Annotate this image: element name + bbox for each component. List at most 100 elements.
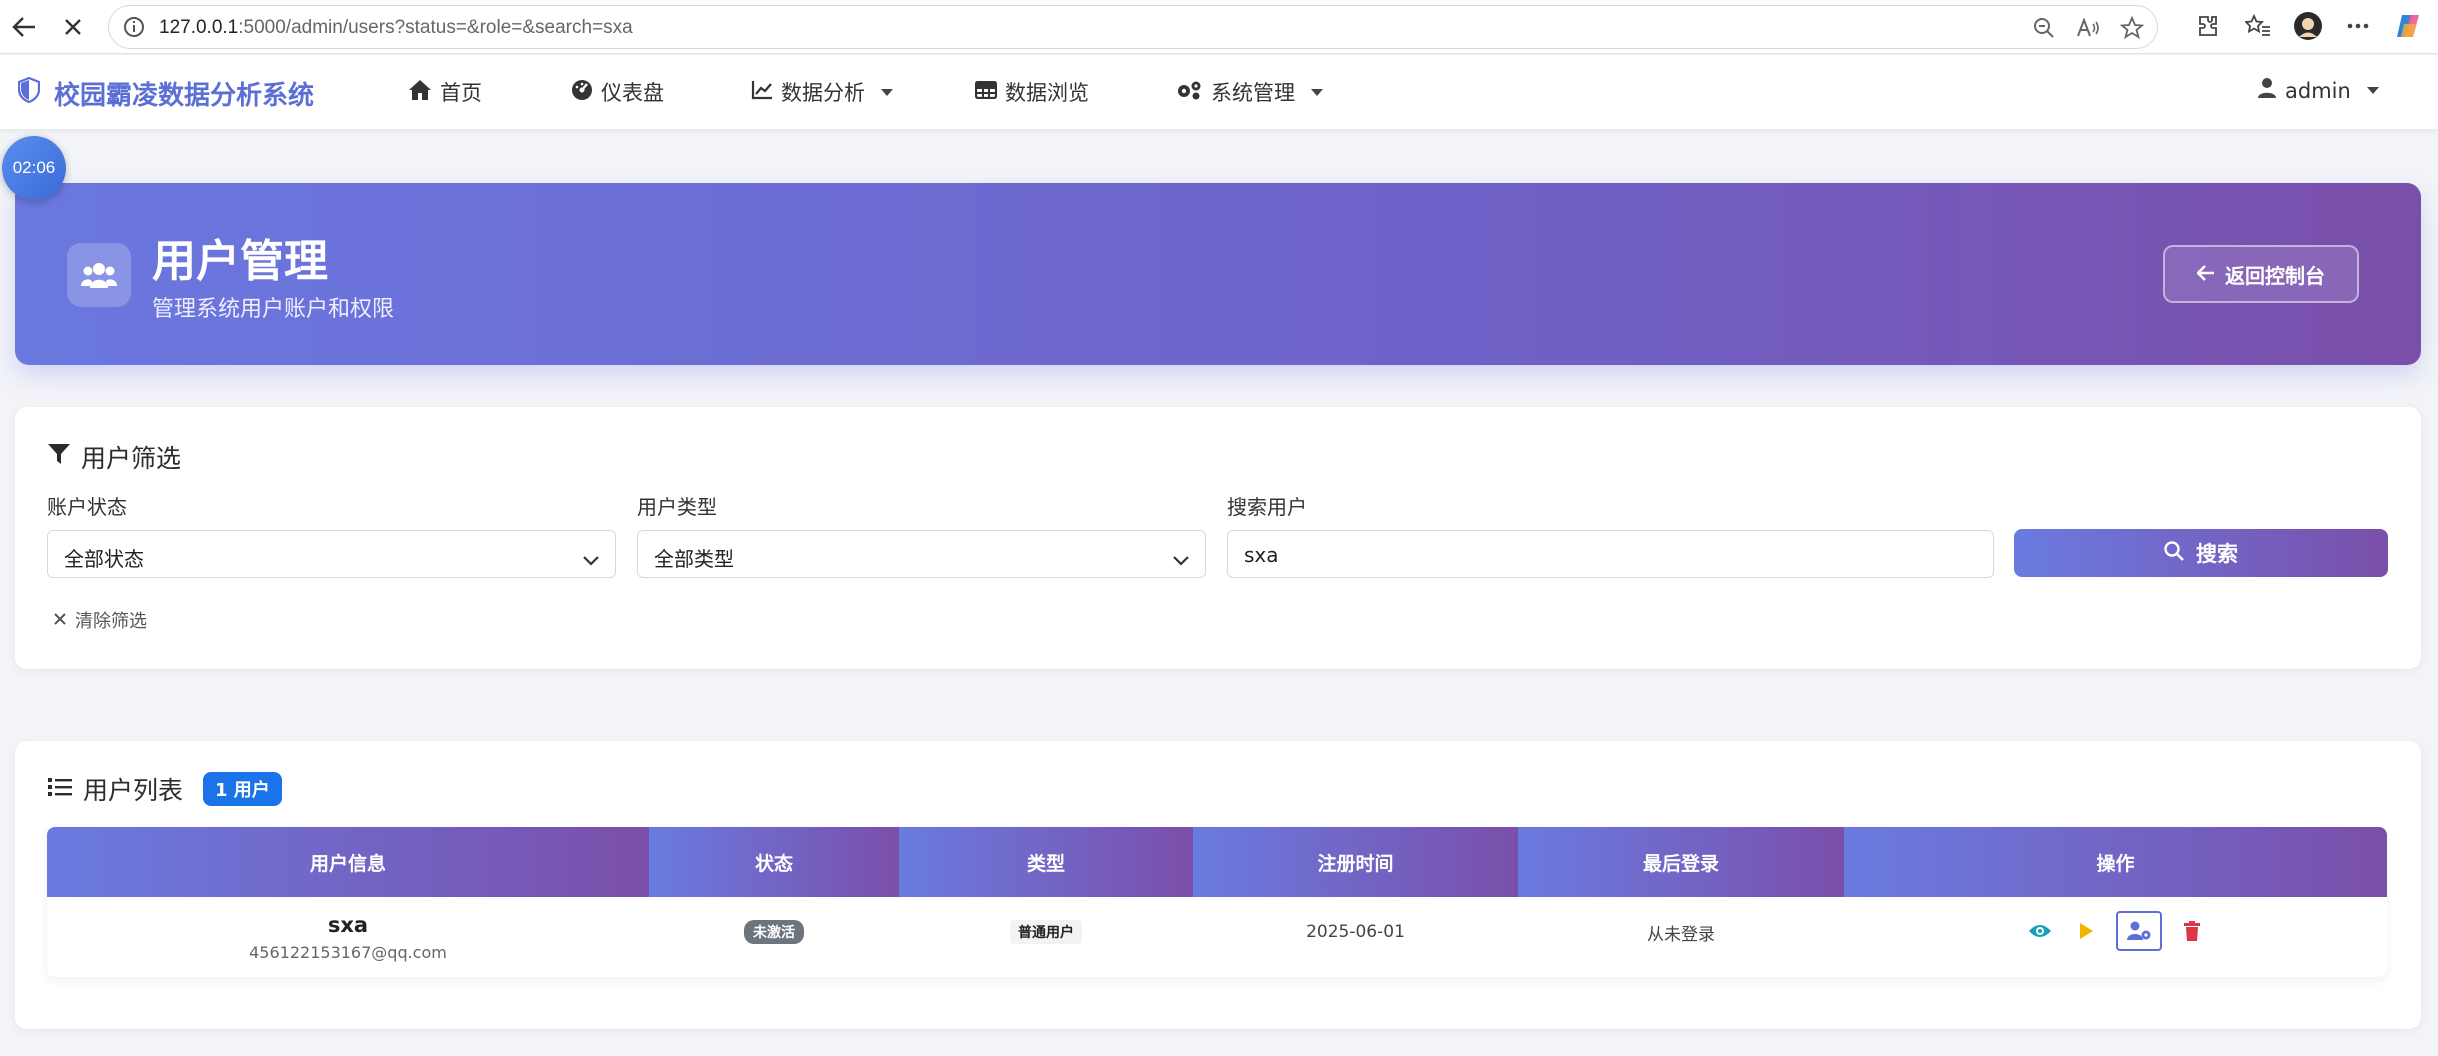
user-name-cell: sxa: [327, 912, 369, 937]
page-header: 用户管理 管理系统用户账户和权限 返回控制台: [15, 183, 2421, 365]
back-arrow-icon[interactable]: [6, 9, 42, 45]
search-label: 搜索用户: [1227, 495, 1307, 519]
close-icon: [53, 610, 67, 631]
list-icon: [47, 775, 73, 804]
nav-home[interactable]: 首页: [408, 77, 482, 107]
user-list-title-text: 用户列表: [83, 776, 184, 805]
search-input-value: sxa: [1244, 543, 1279, 567]
user-info-cell: sxa 456122153167@qq.com: [47, 897, 649, 977]
favorite-star-icon[interactable]: [2117, 14, 2147, 42]
chevron-down-icon: [2366, 87, 2379, 94]
column-header[interactable]: 状态: [649, 827, 899, 897]
brand-title: 校园霸凌数据分析系统: [54, 81, 315, 111]
clear-filter-link[interactable]: 清除筛选: [53, 607, 147, 633]
chevron-down-icon: [1173, 547, 1189, 571]
status-cell: 未激活: [649, 897, 899, 977]
users-icon: [67, 243, 131, 307]
last-login-cell: 从未登录: [1518, 897, 1844, 977]
extensions-icon[interactable]: [2190, 8, 2226, 44]
column-header[interactable]: 类型: [899, 827, 1193, 897]
user-list-card: 用户列表 1 用户 用户信息 状态 类型 注册时间 最后登录 操作 sxa 45…: [15, 741, 2421, 1029]
user-name: admin: [2285, 78, 2351, 103]
nav-data-analysis[interactable]: 数据分析: [751, 77, 893, 107]
timer-badge[interactable]: 02:06: [2, 136, 66, 200]
chevron-down-icon: [1311, 88, 1323, 96]
nav-dashboard[interactable]: 仪表盘: [571, 77, 664, 107]
user-list-title: 用户列表 1 用户: [47, 771, 282, 807]
role-label: 用户类型: [637, 495, 717, 519]
table-icon: [974, 80, 998, 104]
search-input[interactable]: sxa: [1227, 530, 1994, 578]
change-role-user-icon[interactable]: [2115, 911, 2162, 951]
role-select-value: 全部类型: [654, 547, 734, 571]
user-table: 用户信息 状态 类型 注册时间 最后登录 操作 sxa 456122153167…: [47, 827, 2387, 977]
role-select[interactable]: 全部类型: [637, 530, 1206, 578]
page-title: 用户管理: [152, 236, 328, 287]
nav-data-browse[interactable]: 数据浏览: [974, 77, 1089, 107]
home-icon: [408, 79, 432, 106]
last-login-value: 从未登录: [1647, 924, 1715, 945]
back-to-console-button[interactable]: 返回控制台: [2163, 245, 2359, 303]
collections-icon[interactable]: [2240, 8, 2276, 44]
delete-trash-icon[interactable]: [2176, 915, 2208, 947]
table-row: sxa 456122153167@qq.com 未激活 普通用户 2025-06…: [47, 897, 2387, 977]
status-select[interactable]: 全部状态: [47, 530, 616, 578]
nav-system-admin-label: 系统管理: [1211, 81, 1295, 105]
browser-toolbar: 127.0.0.1:5000/admin/users?status=&role=…: [0, 0, 2438, 54]
nav-data-browse-label: 数据浏览: [1005, 81, 1089, 105]
search-button-label: 搜索: [2196, 542, 2238, 566]
url-path: :5000/admin/users?status=&role=&search=s…: [238, 17, 633, 38]
user-icon: [2257, 77, 2277, 104]
user-menu[interactable]: admin: [2257, 77, 2379, 104]
status-select-value: 全部状态: [64, 547, 144, 571]
filter-card: 用户筛选 账户状态 全部状态 用户类型 全部类型 搜索用户 sxa 搜索 清除筛…: [15, 407, 2421, 669]
arrow-left-icon: [2196, 262, 2215, 286]
user-email-cell: 456122153167@qq.com: [249, 942, 447, 962]
chevron-down-icon: [881, 88, 893, 96]
address-bar[interactable]: 127.0.0.1:5000/admin/users?status=&role=…: [108, 5, 2158, 49]
back-to-console-label: 返回控制台: [2225, 263, 2325, 288]
dashboard-icon: [571, 79, 593, 106]
status-label: 账户状态: [47, 495, 127, 519]
column-header[interactable]: 注册时间: [1193, 827, 1518, 897]
type-badge: 普通用户: [1010, 920, 1082, 944]
chevron-down-icon: [583, 547, 599, 571]
gears-icon: [1175, 79, 1203, 106]
shield-icon: [17, 76, 41, 110]
clear-filter-label: 清除筛选: [75, 611, 147, 632]
view-eye-icon[interactable]: [2024, 915, 2056, 947]
app-navbar: 校园霸凌数据分析系统 首页 仪表盘 数据分析 数据浏览 系统管理 admin: [0, 55, 2438, 129]
table-header: 用户信息 状态 类型 注册时间 最后登录 操作: [47, 827, 2387, 897]
filter-title: 用户筛选: [47, 439, 181, 475]
type-cell: 普通用户: [899, 897, 1193, 977]
nav-system-admin[interactable]: 系统管理: [1175, 77, 1323, 107]
more-options-icon[interactable]: [2340, 8, 2376, 44]
search-button[interactable]: 搜索: [2014, 529, 2388, 577]
copilot-icon[interactable]: [2390, 8, 2426, 44]
zoom-out-icon[interactable]: [2029, 14, 2059, 42]
filter-icon: [47, 442, 71, 472]
column-header[interactable]: 操作: [1844, 827, 2387, 897]
filter-title-text: 用户筛选: [81, 444, 182, 473]
nav-data-analysis-label: 数据分析: [781, 81, 865, 105]
read-aloud-icon[interactable]: [2073, 14, 2103, 42]
nav-home-label: 首页: [440, 81, 482, 105]
profile-avatar-icon[interactable]: [2290, 8, 2326, 44]
column-header[interactable]: 用户信息: [47, 827, 649, 897]
info-icon[interactable]: [123, 16, 145, 42]
nav-dashboard-label: 仪表盘: [601, 81, 664, 105]
activate-play-icon[interactable]: [2070, 915, 2102, 947]
brand[interactable]: 校园霸凌数据分析系统: [17, 75, 315, 112]
column-header[interactable]: 最后登录: [1518, 827, 1844, 897]
status-badge: 未激活: [744, 920, 804, 944]
stop-loading-icon[interactable]: [55, 9, 91, 45]
chart-line-icon: [751, 80, 773, 105]
search-icon: [2164, 540, 2184, 566]
url-host: 127.0.0.1: [159, 17, 239, 38]
registered-date: 2025-06-01: [1306, 922, 1405, 942]
user-count-badge: 1 用户: [203, 772, 282, 806]
page-subtitle: 管理系统用户账户和权限: [152, 297, 395, 322]
actions-cell: [1844, 891, 2387, 971]
url-text[interactable]: 127.0.0.1:5000/admin/users?status=&role=…: [159, 17, 633, 39]
registered-cell: 2025-06-01: [1193, 897, 1518, 977]
